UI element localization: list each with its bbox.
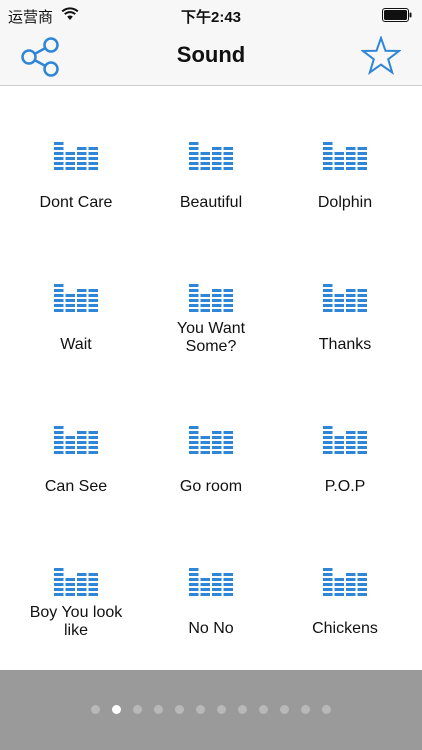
sound-button[interactable]: Go room (144, 370, 278, 512)
sound-button[interactable]: Dolphin (278, 86, 412, 228)
page-title: Sound (176, 42, 246, 67)
page-dot[interactable] (153, 705, 163, 714)
equalizer-icon (189, 142, 233, 170)
sound-label: Boy You look like (29, 604, 123, 639)
page-dot[interactable] (279, 705, 289, 714)
sound-button[interactable]: Boy You look like (9, 512, 143, 654)
sound-button[interactable]: No No (144, 512, 278, 654)
equalizer-icon (323, 142, 367, 170)
navigation-bar: Sound (0, 30, 422, 86)
sound-label: Dont Care (39, 194, 113, 211)
sound-label: Go room (179, 478, 243, 495)
sound-button[interactable]: Chickens (278, 512, 412, 654)
sound-label: Dolphin (317, 194, 373, 211)
equalizer-icon (54, 568, 98, 596)
star-icon[interactable] (361, 36, 401, 76)
sound-button[interactable]: Wait (9, 228, 143, 370)
page-dot[interactable] (111, 705, 121, 714)
sound-label: P.O.P (324, 478, 366, 495)
page-dot[interactable] (258, 705, 268, 714)
page-dot[interactable] (132, 705, 142, 714)
sound-button[interactable]: P.O.P (278, 370, 412, 512)
equalizer-icon (323, 568, 367, 596)
sound-grid: Dont Care Beautiful Dolphin Wait You Want Som… (0, 86, 422, 670)
page-dot[interactable] (237, 705, 247, 714)
sound-button[interactable]: Can See (9, 370, 143, 512)
page-dots (0, 705, 422, 715)
page-dot[interactable] (321, 705, 331, 714)
page-control (0, 670, 422, 750)
equalizer-icon (54, 284, 98, 312)
equalizer-icon (189, 284, 233, 312)
battery-icon (382, 8, 412, 22)
equalizer-icon (189, 426, 233, 454)
equalizer-icon (323, 284, 367, 312)
page-dot[interactable] (174, 705, 184, 714)
equalizer-icon (189, 568, 233, 596)
page-dot[interactable] (216, 705, 226, 714)
sound-button[interactable]: Thanks (278, 228, 412, 370)
sound-label: Can See (44, 478, 108, 495)
sound-label: Chickens (312, 620, 378, 637)
page-dot[interactable] (90, 705, 100, 714)
sound-button[interactable]: You Want Some? (144, 228, 278, 370)
page-dot[interactable] (300, 705, 310, 714)
sound-label: No No (188, 620, 234, 637)
sound-label: You Want Some? (176, 320, 246, 355)
sound-label: Thanks (318, 336, 372, 353)
status-bar: 运营商 下午2:43 (0, 0, 422, 30)
sound-button[interactable]: Beautiful (144, 86, 278, 228)
status-time: 下午2:43 (180, 9, 242, 26)
equalizer-icon (54, 142, 98, 170)
sound-label: Beautiful (179, 194, 243, 211)
equalizer-icon (54, 426, 98, 454)
sound-label: Wait (60, 336, 92, 353)
equalizer-icon (323, 426, 367, 454)
page-dot[interactable] (195, 705, 205, 714)
sound-button[interactable]: Dont Care (9, 86, 143, 228)
